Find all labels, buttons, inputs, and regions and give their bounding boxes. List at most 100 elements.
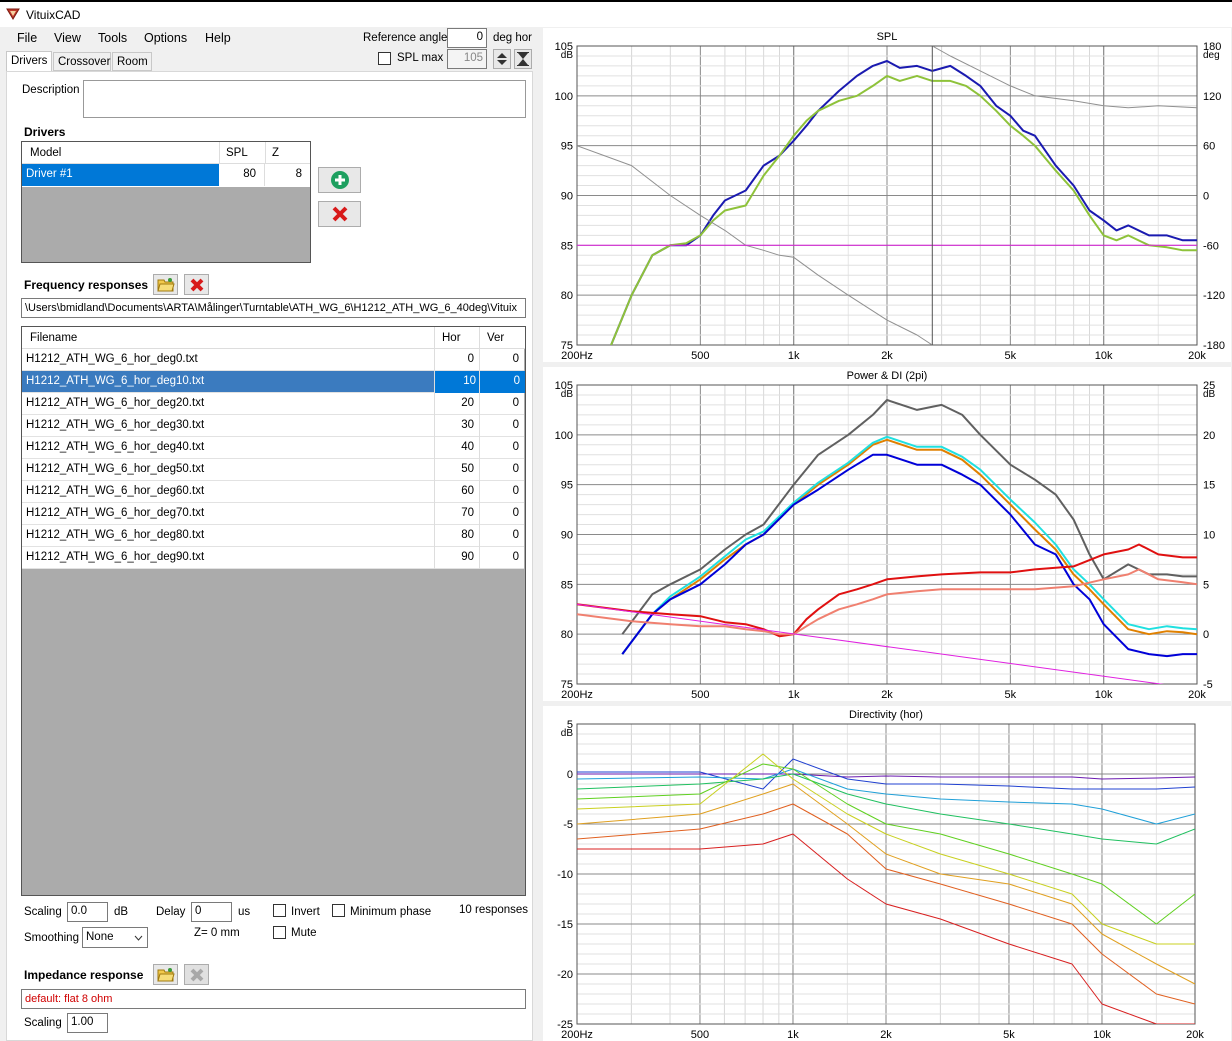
freq-table-row[interactable]: H1212_ATH_WG_6_hor_deg60.txt 60 0 <box>22 481 524 503</box>
freq-table-row[interactable]: H1212_ATH_WG_6_hor_deg10.txt 10 0 <box>22 371 525 393</box>
freq-filename-cell: H1212_ATH_WG_6_hor_deg50.txt <box>26 463 205 475</box>
menu-help[interactable]: Help <box>205 31 231 45</box>
clear-impedance-button[interactable] <box>184 964 209 985</box>
menu-view[interactable]: View <box>54 31 81 45</box>
x-tick-label: 5k <box>1005 689 1017 701</box>
spin-updown-button[interactable] <box>493 49 511 69</box>
y2-tick-label: 0 <box>1203 191 1209 203</box>
freq-hor-cell[interactable]: 60 <box>461 485 474 497</box>
freq-table-row[interactable]: H1212_ATH_WG_6_hor_deg40.txt 40 0 <box>22 437 524 459</box>
impedance-input[interactable]: default: flat 8 ohm <box>21 989 526 1009</box>
impedance-heading: Impedance response <box>24 968 144 982</box>
tab-room[interactable]: Room <box>112 52 152 71</box>
menu-file[interactable]: File <box>17 31 37 45</box>
x-tick-label: 5k <box>1005 350 1017 362</box>
x-tick-label: 200Hz <box>561 350 593 362</box>
freq-table-row[interactable]: H1212_ATH_WG_6_hor_deg30.txt 30 0 <box>22 415 524 437</box>
menu-options[interactable]: Options <box>144 31 187 45</box>
freq-hor-cell[interactable]: 40 <box>461 441 474 453</box>
freq-ver-cell[interactable]: 0 <box>513 419 519 431</box>
freq-hor-cell[interactable]: 90 <box>461 551 474 563</box>
reference-angle-input[interactable]: 0 <box>447 28 487 48</box>
add-driver-button[interactable] <box>318 167 361 193</box>
driver-z-cell[interactable]: 8 <box>266 164 310 186</box>
freq-table-row[interactable]: H1212_ATH_WG_6_hor_deg20.txt 20 0 <box>22 393 524 415</box>
freq-hor-cell[interactable]: 20 <box>461 397 474 409</box>
col-hor: Hor <box>442 332 461 344</box>
spl-max-label: SPL max <box>397 52 444 64</box>
x-tick-label: 2k <box>881 689 893 701</box>
x-tick-label: 20k <box>1188 350 1206 362</box>
freq-ver-cell[interactable]: 0 <box>513 463 519 475</box>
freq-table-row[interactable]: H1212_ATH_WG_6_hor_deg50.txt 50 0 <box>22 459 524 481</box>
freq-hor-cell[interactable]: 30 <box>461 419 474 431</box>
spl-max-input[interactable]: 105 <box>447 49 487 69</box>
chart-title: Power & DI (2pi) <box>847 370 928 382</box>
freq-table-row[interactable]: H1212_ATH_WG_6_hor_deg80.txt 80 0 <box>22 525 524 547</box>
freq-ver-cell[interactable]: 0 <box>513 485 519 497</box>
delay-label: Delay <box>156 906 186 918</box>
minimum-phase-label: Minimum phase <box>350 906 432 918</box>
x-tick-label: 10k <box>1095 689 1113 701</box>
description-input[interactable] <box>83 80 526 118</box>
freq-table-row[interactable]: H1212_ATH_WG_6_hor_deg90.txt 90 0 <box>22 547 524 569</box>
collapse-button[interactable] <box>514 49 532 69</box>
remove-driver-button[interactable] <box>318 201 361 227</box>
freq-hor-cell[interactable]: 80 <box>461 529 474 541</box>
spl-max-checkbox[interactable] <box>378 52 391 65</box>
open-impedance-button[interactable] <box>153 964 178 985</box>
hourglass-icon <box>517 52 529 66</box>
y-tick-label: 80 <box>561 629 573 641</box>
freq-hor-cell[interactable]: 70 <box>461 507 474 519</box>
y2-tick-label: -60 <box>1203 240 1219 252</box>
freq-ver-cell[interactable]: 0 <box>513 507 519 519</box>
scaling-input[interactable]: 0.0 <box>67 902 108 922</box>
smoothing-select[interactable]: None <box>82 927 148 948</box>
freq-path-input[interactable]: \Users\bmidland\Documents\ARTA\Målinger\… <box>21 298 526 318</box>
y2-unit-label: deg <box>1203 50 1220 61</box>
y-tick-label: 95 <box>561 480 573 492</box>
col-z: Z <box>272 147 280 159</box>
clear-freq-button[interactable] <box>184 274 209 295</box>
responses-count: 10 responses <box>459 904 529 916</box>
freq-filename-cell: H1212_ATH_WG_6_hor_deg90.txt <box>26 551 205 563</box>
tab-crossover[interactable]: Crossover <box>53 52 111 71</box>
freq-ver-cell[interactable]: 0 <box>513 441 519 453</box>
folder-open-icon <box>156 968 175 982</box>
scaling-unit: dB <box>114 906 129 918</box>
drivers-panel: Description Drivers Model SPL Z Driver #… <box>6 71 533 1041</box>
freq-ver-cell[interactable]: 0 <box>513 353 519 365</box>
menu-tools[interactable]: Tools <box>98 31 127 45</box>
y-tick-label: -15 <box>557 919 573 931</box>
driver-row[interactable]: Driver #1 80 8 <box>22 164 310 187</box>
freq-table-row[interactable]: H1212_ATH_WG_6_hor_deg0.txt 0 0 <box>22 349 524 371</box>
red-x-icon <box>190 278 203 291</box>
driver-spl-cell[interactable]: 80 <box>220 164 265 186</box>
y2-tick-label: 0 <box>1203 629 1209 641</box>
mute-checkbox[interactable] <box>273 926 286 939</box>
tab-drivers[interactable]: Drivers <box>6 51 52 71</box>
freq-hor-cell[interactable]: 0 <box>468 353 474 365</box>
freq-hor-cell[interactable]: 50 <box>461 463 474 475</box>
freq-ver-cell[interactable]: 0 <box>480 371 525 393</box>
delay-input[interactable]: 0 <box>191 902 232 922</box>
y-tick-label: -20 <box>557 969 573 981</box>
directivity-chart: Directivity (hor) 5 0 -5 -10 -15 -20 -25 dB 200Hz… <box>543 706 1231 1041</box>
invert-checkbox[interactable] <box>273 904 286 917</box>
open-freq-button[interactable] <box>153 274 178 295</box>
series-line <box>610 60 1197 345</box>
freq-ver-cell[interactable]: 0 <box>513 551 519 563</box>
freq-hor-cell[interactable]: 10 <box>435 371 479 393</box>
freq-ver-cell[interactable]: 0 <box>513 529 519 541</box>
freq-table-row[interactable]: H1212_ATH_WG_6_hor_deg70.txt 70 0 <box>22 503 524 525</box>
driver-model-cell[interactable]: Driver #1 <box>22 164 219 186</box>
minimum-phase-checkbox[interactable] <box>332 904 345 917</box>
grey-x-icon <box>190 968 203 981</box>
freq-ver-cell[interactable]: 0 <box>513 397 519 409</box>
mute-label: Mute <box>291 927 317 939</box>
x-tick-label: 2k <box>881 350 893 362</box>
impedance-scaling-input[interactable]: 1.00 <box>67 1013 108 1033</box>
freq-filename-cell: H1212_ATH_WG_6_hor_deg30.txt <box>26 419 205 431</box>
red-x-icon <box>332 206 347 222</box>
invert-label: Invert <box>291 906 320 918</box>
